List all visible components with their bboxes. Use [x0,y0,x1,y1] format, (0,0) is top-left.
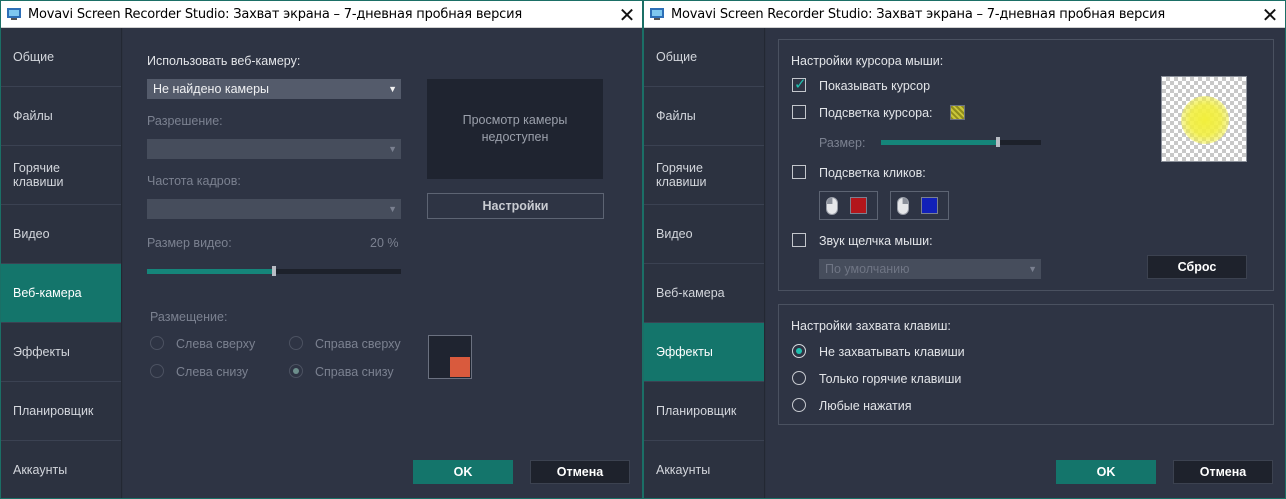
framerate-select[interactable]: ▼ [147,199,401,219]
sidebar-item-effects[interactable]: Эффекты [644,323,764,382]
slider-thumb[interactable] [996,137,1000,147]
ok-button[interactable]: OK [1056,460,1156,484]
dropdown-arrow-icon: ▼ [388,84,397,94]
any-keys-radio[interactable] [792,398,806,412]
effects-settings-panel: Настройки курсора мыши: ✓ Показывать кур… [766,28,1285,498]
framerate-label: Частота кадров: [147,174,241,188]
highlight-cursor-label: Подсветка курсора: [819,106,933,120]
placement-bottom-left-radio[interactable] [150,364,164,378]
close-icon[interactable]: ✕ [612,1,642,28]
highlight-color-swatch[interactable] [950,105,965,120]
webcam-pip-marker [450,357,470,377]
size-label: Размер: [819,136,866,150]
highlight-preview-circle [1181,96,1229,144]
click-sound-select[interactable]: По умолчанию ▼ [819,259,1041,279]
dropdown-arrow-icon: ▼ [388,144,397,154]
sidebar-item-webcam[interactable]: Веб-камера [1,264,121,323]
sidebar-item-files[interactable]: Файлы [644,87,764,146]
window-title: Movavi Screen Recorder Studio: Захват эк… [671,6,1165,22]
preview-text: Просмотр камеры недоступен [462,113,568,144]
sidebar-item-general[interactable]: Общие [1,28,121,87]
sidebar-item-video[interactable]: Видео [644,205,764,264]
highlight-clicks-checkbox[interactable] [792,165,806,179]
right-click-color-group[interactable] [890,191,949,220]
reset-button[interactable]: Сброс [1147,255,1247,279]
cancel-button[interactable]: Отмена [530,460,630,484]
sidebar-item-scheduler[interactable]: Планировщик [644,382,764,441]
cursor-highlight-preview [1161,76,1247,162]
left-click-color-group[interactable] [819,191,878,220]
camera-select[interactable]: Не найдено камеры ▼ [147,79,401,99]
sidebar-item-general[interactable]: Общие [644,28,764,87]
video-size-label: Размер видео: [147,236,232,250]
sidebar-item-scheduler[interactable]: Планировщик [1,382,121,441]
use-webcam-label: Использовать веб-камеру: [147,54,301,68]
highlight-cursor-checkbox[interactable] [792,105,806,119]
settings-window-webcam: Movavi Screen Recorder Studio: Захват эк… [0,0,643,499]
any-keys-label: Любые нажатия [819,399,912,413]
placement-top-right-label: Справа сверху [315,337,401,351]
no-key-capture-label: Не захватывать клавиши [819,345,965,359]
hotkeys-only-radio[interactable] [792,371,806,385]
movavi-app-icon [6,6,22,22]
placement-top-left-radio[interactable] [150,336,164,350]
dropdown-arrow-icon: ▼ [1028,264,1037,274]
ok-button[interactable]: OK [413,460,513,484]
sidebar-item-hotkeys[interactable]: Горячие клавиши [644,146,764,205]
key-capture-group: Настройки захвата клавиш: Не захватывать… [778,304,1274,425]
no-key-capture-radio[interactable] [792,344,806,358]
close-icon[interactable]: ✕ [1255,1,1285,28]
sidebar-item-accounts[interactable]: Аккаунты [1,441,121,498]
settings-button[interactable]: Настройки [427,193,604,219]
camera-select-value: Не найдено камеры [153,82,270,96]
window-title: Movavi Screen Recorder Studio: Захват эк… [28,6,522,22]
show-cursor-checkbox[interactable]: ✓ [792,75,807,93]
title-bar: Movavi Screen Recorder Studio: Захват эк… [644,1,1285,28]
cursor-settings-group: Настройки курсора мыши: ✓ Показывать кур… [778,39,1274,291]
right-click-color-swatch[interactable] [921,197,938,214]
placement-preview [428,335,472,379]
settings-window-effects: Movavi Screen Recorder Studio: Захват эк… [643,0,1286,499]
hotkeys-only-label: Только горячие клавиши [819,372,962,386]
slider-thumb[interactable] [272,266,276,276]
highlight-size-slider[interactable] [881,137,1041,147]
movavi-app-icon [649,6,665,22]
mouse-left-icon [826,196,838,215]
placement-label: Размещение: [150,310,228,324]
sidebar-item-webcam[interactable]: Веб-камера [644,264,764,323]
title-bar: Movavi Screen Recorder Studio: Захват эк… [1,1,642,28]
click-sound-value: По умолчанию [825,262,910,276]
click-sound-checkbox[interactable] [792,233,806,247]
sidebar-item-hotkeys[interactable]: Горячие клавиши [1,146,121,205]
cursor-group-title: Настройки курсора мыши: [791,54,944,68]
webcam-settings-panel: Использовать веб-камеру: Не найдено каме… [123,28,642,498]
highlight-clicks-label: Подсветка кликов: [819,166,926,180]
left-click-color-swatch[interactable] [850,197,867,214]
cancel-button[interactable]: Отмена [1173,460,1273,484]
video-size-value: 20 % [370,236,399,250]
slider-fill [147,269,274,274]
placement-top-left-label: Слева сверху [176,337,256,351]
sidebar-item-video[interactable]: Видео [1,205,121,264]
placement-bottom-right-label: Справа снизу [315,365,394,379]
sidebar-item-accounts[interactable]: Аккаунты [644,441,764,498]
resolution-select[interactable]: ▼ [147,139,401,159]
mouse-right-icon [897,196,909,215]
sidebar: Общие Файлы Горячие клавиши Видео Веб-ка… [1,28,122,498]
placement-top-right-radio[interactable] [289,336,303,350]
show-cursor-label: Показывать курсор [819,79,931,93]
sidebar: Общие Файлы Горячие клавиши Видео Веб-ка… [644,28,765,498]
click-sound-label: Звук щелчка мыши: [819,234,933,248]
checkmark-icon: ✓ [794,75,807,93]
keys-group-title: Настройки захвата клавиш: [791,319,951,333]
camera-preview: Просмотр камеры недоступен [427,79,603,179]
placement-bottom-right-radio[interactable] [289,364,303,378]
sidebar-item-files[interactable]: Файлы [1,87,121,146]
video-size-slider[interactable] [147,266,401,276]
slider-fill [881,140,998,145]
dropdown-arrow-icon: ▼ [388,204,397,214]
sidebar-item-effects[interactable]: Эффекты [1,323,121,382]
placement-bottom-left-label: Слева снизу [176,365,249,379]
resolution-label: Разрешение: [147,114,223,128]
